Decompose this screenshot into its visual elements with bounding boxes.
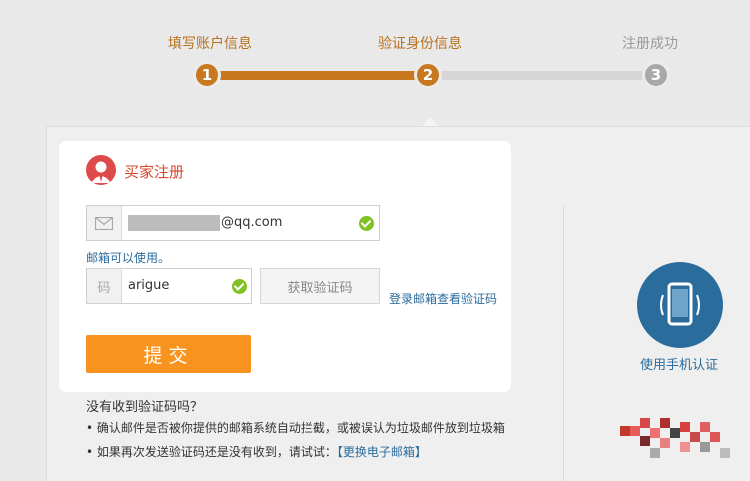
change-email-link[interactable]: 【更换电子邮箱】: [337, 445, 427, 459]
help-title: 没有收到验证码吗？: [86, 400, 204, 415]
progress-track-done: [205, 71, 430, 80]
step-2-label: 验证身份信息: [378, 36, 462, 52]
code-prefix-label: 码: [87, 269, 122, 303]
register-dialog: 买家注册 @qq.com 邮箱可以使用。 码 arigue 获取验证码 登录邮箱…: [59, 141, 511, 392]
phone-verify-link[interactable]: 使用手机认证: [640, 354, 718, 373]
step-2-node: 2: [414, 61, 442, 89]
dialog-title: 买家注册: [124, 163, 185, 181]
email-field[interactable]: @qq.com: [86, 205, 380, 241]
email-domain: @qq.com: [221, 215, 283, 230]
envelope-icon: [87, 206, 122, 240]
progress-track-todo: [428, 71, 660, 80]
email-status-text: 邮箱可以使用。: [86, 251, 171, 265]
verification-code-value: arigue: [128, 278, 170, 293]
login-mailbox-link[interactable]: 登录邮箱查看验证码: [389, 290, 497, 307]
step-1-node: 1: [193, 61, 221, 89]
email-username-masked: [128, 215, 220, 231]
step-3-label: 注册成功: [622, 36, 678, 52]
step-3-node: 3: [642, 61, 670, 89]
mobile-phone-icon[interactable]: [637, 262, 723, 348]
panel-divider: [563, 205, 564, 481]
submit-button[interactable]: 提交: [86, 335, 251, 373]
get-code-button[interactable]: 获取验证码: [260, 268, 380, 304]
verification-code-field[interactable]: 码 arigue: [86, 268, 252, 304]
check-circle-icon: [232, 279, 247, 294]
buyer-avatar-icon: [86, 155, 116, 185]
help-line-2: • 如果再次发送验证码还是没有收到，请试试：【更换电子邮箱】: [86, 443, 427, 460]
step-1-label: 填写账户信息: [168, 36, 252, 52]
check-circle-icon: [359, 216, 374, 231]
pixelated-watermark: [620, 418, 730, 468]
help-line-2-text: • 如果再次发送验证码还是没有收到，请试试：: [86, 445, 337, 459]
help-line-1: • 确认邮件是否被你提供的邮箱系统自动拦截，或被误认为垃圾邮件放到垃圾箱: [86, 421, 505, 435]
step-pointer: [422, 117, 438, 126]
progress-steps: 填写账户信息 验证身份信息 注册成功 1 2 3: [0, 0, 750, 110]
